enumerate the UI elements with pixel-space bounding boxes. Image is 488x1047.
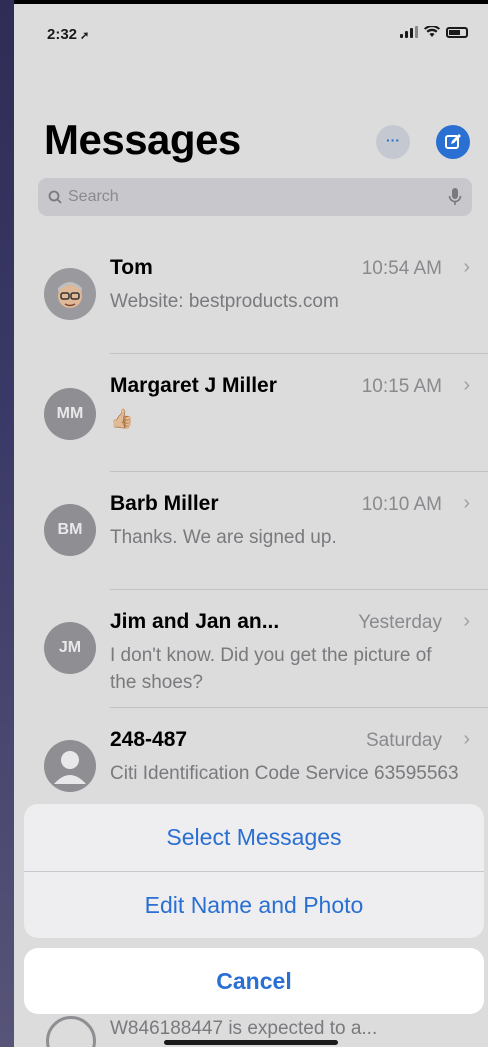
message-time: 10:15 AM: [361, 376, 442, 397]
avatar: [46, 1016, 96, 1047]
wifi-icon: [424, 26, 440, 37]
message-time: Yesterday: [358, 612, 442, 633]
message-preview: Citi Identification Code Service 6359556…: [110, 763, 459, 784]
message-time: 10:10 AM: [361, 494, 442, 515]
contact-name: Margaret J Miller: [110, 374, 277, 397]
search-bar[interactable]: [38, 178, 472, 216]
battery-icon: [446, 26, 468, 38]
avatar: BM: [44, 504, 96, 556]
conversation-row[interactable]: BM Barb Miller 10:10 AM › Thanks. We are…: [14, 472, 488, 590]
message-preview: Website: bestproducts.com: [110, 291, 339, 312]
home-indicator: [164, 1040, 338, 1045]
contact-name: 248-487: [110, 728, 188, 751]
status-time: 2:32 ➚: [47, 26, 89, 43]
chevron-right-icon: ›: [463, 492, 470, 514]
status-bar: 2:32 ➚: [14, 4, 488, 64]
contact-name: Barb Miller: [110, 492, 219, 515]
message-preview: Thanks. We are signed up.: [110, 527, 337, 548]
contact-name: Jim and Jan an...: [110, 610, 280, 633]
search-input[interactable]: [66, 187, 420, 207]
message-preview: I don't know. Did you get the picture of…: [110, 645, 432, 693]
avatar: JM: [44, 622, 96, 674]
status-icons: [400, 26, 468, 38]
location-arrow-icon: ➚: [80, 30, 90, 42]
microphone-icon[interactable]: [448, 187, 462, 212]
avatar: MM: [44, 388, 96, 440]
conversation-list: Tom 10:54 AM › Website: bestproducts.com…: [14, 236, 488, 826]
memoji-icon: [58, 282, 82, 308]
clock: 2:32: [47, 26, 78, 43]
page-title: Messages: [44, 116, 241, 163]
compose-icon: [445, 134, 461, 149]
avatar: [44, 268, 96, 320]
select-messages-button[interactable]: Select Messages: [24, 804, 484, 871]
action-sheet: Select Messages Edit Name and Photo: [24, 804, 484, 938]
cancel-button[interactable]: Cancel: [24, 948, 484, 1014]
message-preview: W846188447 is expected to a...: [110, 1018, 378, 1039]
conversation-row[interactable]: JM Jim and Jan an... Yesterday › I don't…: [14, 590, 488, 708]
contact-name: Tom: [110, 256, 153, 279]
signal-icon: [400, 26, 418, 38]
chevron-right-icon: ›: [463, 256, 470, 278]
message-time: Saturday: [365, 730, 442, 751]
message-time: 10:54 AM: [361, 258, 442, 279]
avatar: [44, 740, 96, 792]
chevron-right-icon: ›: [463, 728, 470, 750]
chevron-right-icon: ›: [463, 610, 470, 632]
conversation-row[interactable]: MM Margaret J Miller 10:15 AM › 👍🏼: [14, 354, 488, 472]
ellipsis-icon: ···: [386, 132, 400, 148]
message-preview: 👍🏼: [110, 409, 134, 430]
compose-button[interactable]: [436, 125, 470, 159]
device-frame-edge: [0, 0, 14, 1047]
search-icon: [48, 190, 62, 204]
phone-screen: 2:32 ➚ Messages ··· Search Tom 10:54 AM …: [14, 4, 488, 1047]
person-icon: [54, 751, 86, 784]
edit-name-photo-button[interactable]: Edit Name and Photo: [24, 871, 484, 938]
chevron-right-icon: ›: [463, 374, 470, 396]
more-options-button[interactable]: ···: [376, 125, 410, 159]
conversation-row[interactable]: Tom 10:54 AM › Website: bestproducts.com: [14, 236, 488, 354]
